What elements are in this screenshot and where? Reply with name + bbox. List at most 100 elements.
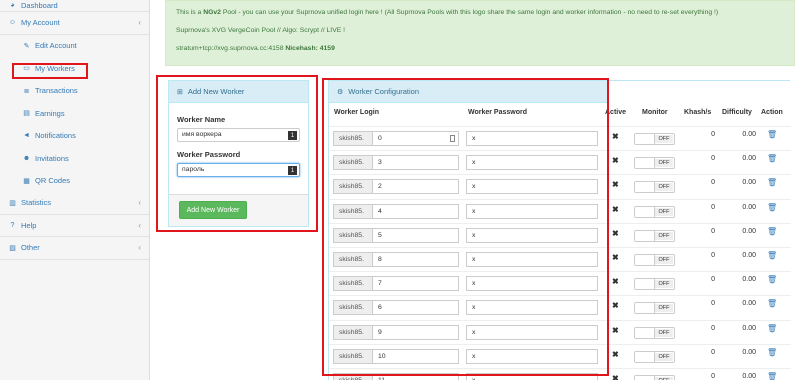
trash-icon[interactable]: 🗑 bbox=[767, 203, 777, 212]
difficulty-value: 0.00 bbox=[742, 324, 756, 332]
sidebar-item-notifications[interactable]: ◄ Notifications bbox=[0, 125, 149, 148]
difficulty-value: 0.00 bbox=[742, 227, 756, 235]
trash-icon[interactable]: 🗑 bbox=[767, 130, 777, 139]
monitor-toggle[interactable]: OFF bbox=[634, 302, 675, 315]
worker-password-field[interactable]: x bbox=[466, 300, 598, 316]
sidebar-item-invitations[interactable]: ☻ Invitations bbox=[0, 147, 149, 170]
inactive-x-icon: ✖ bbox=[612, 228, 619, 238]
monitor-toggle[interactable]: OFF bbox=[634, 205, 675, 218]
chevron-left-icon[interactable]: ‹ bbox=[138, 18, 141, 27]
trash-icon[interactable]: 🗑 bbox=[767, 324, 777, 333]
sidebar-item-statistics[interactable]: ▥ Statistics ‹ bbox=[0, 192, 149, 215]
worker-login-input[interactable]: 0 bbox=[372, 131, 459, 146]
worker-password-field[interactable]: x bbox=[466, 131, 598, 146]
monitor-toggle[interactable]: OFF bbox=[634, 326, 675, 339]
add-worker-button[interactable]: Add New Worker bbox=[179, 201, 247, 219]
khash-value: 0 bbox=[711, 373, 715, 380]
trash-icon[interactable]: 🗑 bbox=[767, 299, 777, 308]
worker-login-input[interactable]: 6 bbox=[372, 300, 459, 316]
keyboard-icon[interactable]: 1 bbox=[288, 166, 297, 175]
worker-prefix: skish85. bbox=[333, 155, 372, 171]
monitor-toggle[interactable]: OFF bbox=[634, 278, 675, 291]
col-action: Action bbox=[761, 109, 783, 116]
worker-password-field[interactable]: x bbox=[466, 348, 598, 364]
sidebar-item-other[interactable]: ▨ Other ‹ bbox=[0, 237, 149, 260]
monitor-toggle[interactable]: OFF bbox=[634, 375, 675, 380]
keyboard-icon[interactable]: 1 bbox=[288, 131, 297, 140]
worker-password-field[interactable]: x bbox=[466, 227, 598, 243]
toggle-off-label: OFF bbox=[655, 328, 673, 337]
worker-password-field[interactable]: x bbox=[466, 373, 598, 380]
sidebar-item-my-workers[interactable]: ▭ My Workers bbox=[0, 57, 149, 80]
table-row: skish85. 10 x ✖ OFF 0 0.00 🗑 bbox=[329, 343, 791, 368]
monitor-toggle[interactable]: OFF bbox=[634, 350, 675, 363]
worker-login-input[interactable]: 8 bbox=[372, 252, 459, 267]
pool-info-line-3: stratum+tcp://xvg.suprnova.cc:4158 Niceh… bbox=[176, 45, 784, 53]
worker-password-field[interactable]: x bbox=[466, 324, 598, 340]
trash-icon[interactable]: 🗑 bbox=[767, 178, 777, 187]
worker-login-input[interactable]: 7 bbox=[372, 276, 459, 292]
sidebar-item-earnings[interactable]: ▤ Earnings bbox=[0, 102, 149, 125]
monitor-toggle[interactable]: OFF bbox=[634, 254, 675, 266]
monitor-toggle[interactable]: OFF bbox=[634, 133, 675, 145]
chevron-left-icon[interactable]: ‹ bbox=[138, 221, 141, 230]
inactive-x-icon: ✖ bbox=[612, 180, 619, 190]
pool-info-line-1: This is a NGv2 Pool - you can use your S… bbox=[176, 9, 784, 17]
sidebar-item-edit-account[interactable]: ✎ Edit Account bbox=[0, 35, 149, 58]
worker-password-field[interactable]: x bbox=[466, 179, 598, 195]
worker-login-input[interactable]: 5 bbox=[372, 227, 459, 243]
trash-icon[interactable]: 🗑 bbox=[767, 227, 777, 236]
number-spinner-icon[interactable] bbox=[450, 135, 455, 142]
users-icon: ☻ bbox=[22, 154, 31, 162]
worker-login-input[interactable]: 10 bbox=[372, 348, 459, 364]
toggle-off-label: OFF bbox=[655, 352, 673, 361]
khash-value: 0 bbox=[711, 276, 715, 284]
worker-login-input[interactable]: 11 bbox=[372, 373, 459, 380]
worker-password-field[interactable]: x bbox=[466, 155, 598, 171]
sidebar-item-qr-codes[interactable]: ▦ QR Codes bbox=[0, 170, 149, 193]
worker-login-input[interactable]: 2 bbox=[372, 179, 459, 195]
chart-icon: ▥ bbox=[9, 199, 16, 207]
col-difficulty: Difficulty bbox=[722, 109, 752, 116]
worker-login-value: 8 bbox=[378, 256, 382, 263]
worker-prefix: skish85. bbox=[333, 203, 372, 219]
worker-name-input[interactable]: имя воркера 1 bbox=[177, 128, 300, 142]
sidebar-item-label: Invitations bbox=[35, 153, 69, 163]
chevron-left-icon[interactable]: ‹ bbox=[138, 198, 141, 207]
worker-prefix: skish85. bbox=[333, 348, 372, 364]
inactive-x-icon: ✖ bbox=[612, 277, 619, 287]
worker-login-input[interactable]: 9 bbox=[372, 324, 459, 340]
worker-prefix: skish85. bbox=[333, 179, 372, 195]
worker-password-field[interactable]: x bbox=[466, 203, 598, 219]
trash-icon[interactable]: 🗑 bbox=[767, 372, 777, 380]
trash-icon[interactable]: 🗑 bbox=[767, 251, 777, 260]
sidebar-item-my-account[interactable]: ☺ My Account ‹ bbox=[0, 12, 149, 35]
worker-password-field[interactable]: x bbox=[466, 276, 598, 292]
worker-prefix: skish85. bbox=[333, 276, 372, 292]
worker-login-input[interactable]: 3 bbox=[372, 155, 459, 171]
sidebar-item-transactions[interactable]: ≣ Transactions bbox=[0, 80, 149, 103]
worker-password-input[interactable]: пароль 1 bbox=[177, 163, 300, 177]
inactive-x-icon: ✖ bbox=[612, 156, 619, 166]
monitor-toggle[interactable]: OFF bbox=[634, 181, 675, 194]
table-row: skish85. 3 x ✖ OFF 0 0.00 🗑 bbox=[329, 150, 791, 174]
trash-icon[interactable]: 🗑 bbox=[767, 348, 777, 357]
inactive-x-icon: ✖ bbox=[612, 204, 619, 214]
trash-icon[interactable]: 🗑 bbox=[767, 275, 777, 284]
sidebar-item-label: Help bbox=[21, 220, 37, 230]
pool-version: NGv2 bbox=[203, 9, 221, 16]
monitor-toggle[interactable]: OFF bbox=[634, 229, 675, 242]
sidebar-item-help[interactable]: ? Help ‹ bbox=[0, 215, 149, 237]
sidebar-item-dashboard[interactable]: ◕ Dashboard bbox=[0, 0, 149, 12]
trash-icon[interactable]: 🗑 bbox=[767, 154, 777, 163]
monitor-toggle[interactable]: OFF bbox=[634, 157, 675, 170]
toggle-knob bbox=[635, 303, 655, 314]
bullhorn-icon: ◄ bbox=[23, 132, 30, 140]
sidebar-item-label: My Workers bbox=[35, 63, 75, 73]
toggle-off-label: OFF bbox=[655, 231, 673, 240]
add-worker-header: ⊞ Add New Worker bbox=[169, 81, 308, 103]
chevron-left-icon[interactable]: ‹ bbox=[138, 243, 141, 252]
worker-login-input[interactable]: 4 bbox=[372, 203, 459, 219]
worker-password-field[interactable]: x bbox=[466, 252, 598, 267]
sidebar-item-label: Earnings bbox=[35, 108, 65, 118]
